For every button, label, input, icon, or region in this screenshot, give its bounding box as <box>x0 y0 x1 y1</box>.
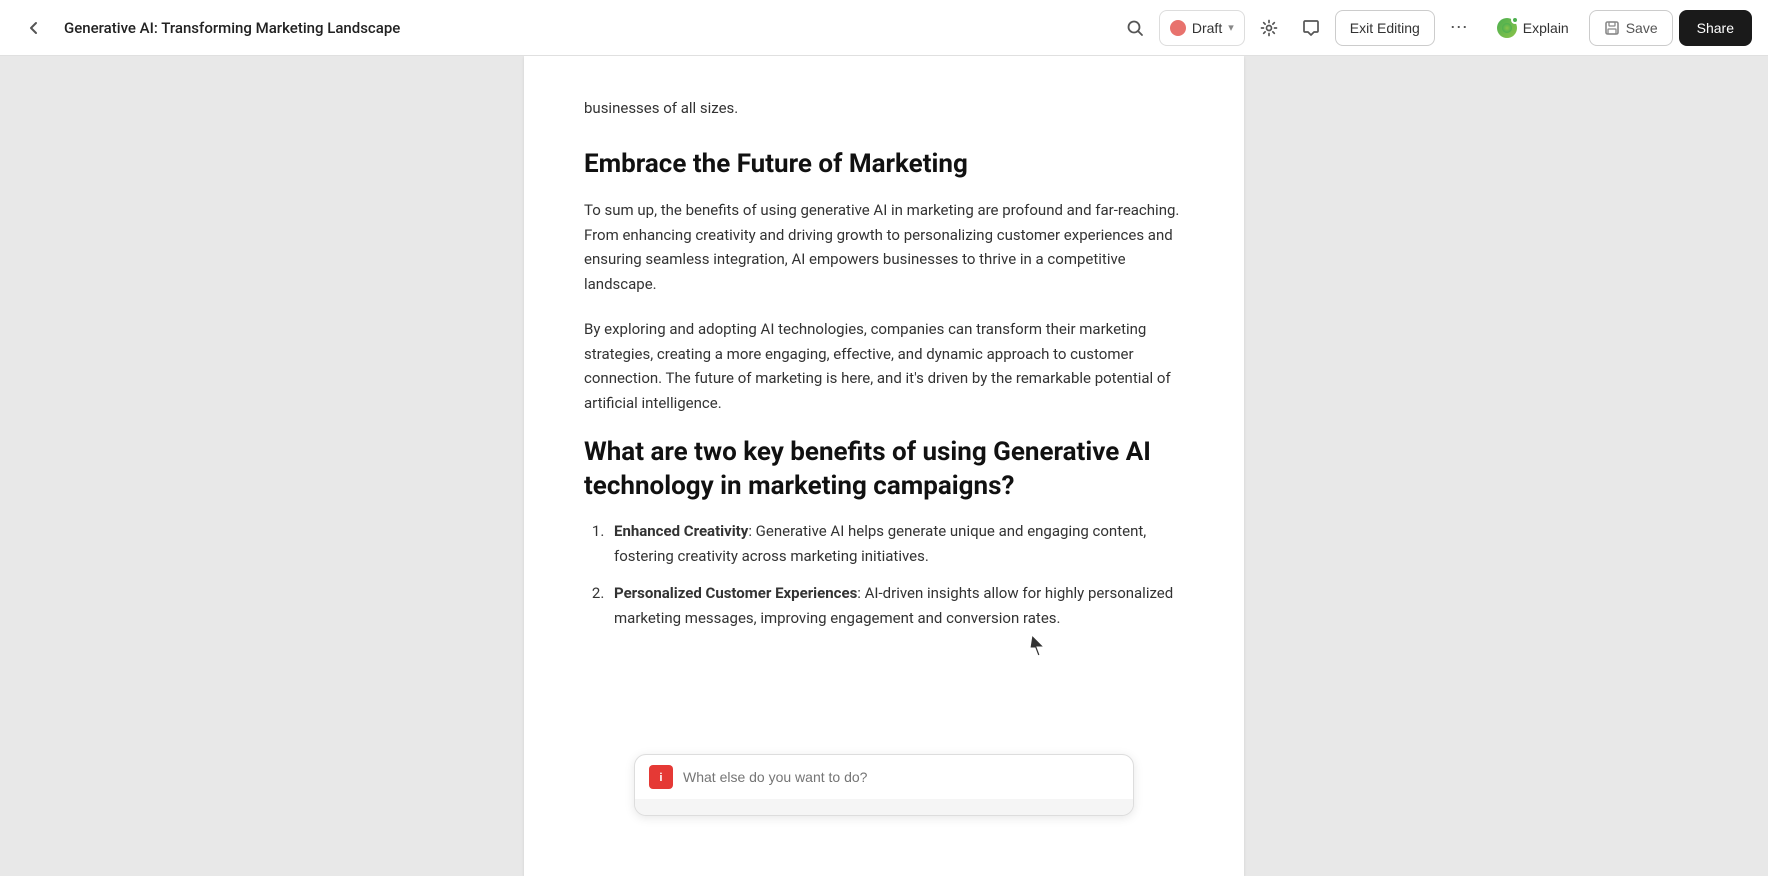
topbar: Generative AI: Transforming Marketing La… <box>0 0 1768 56</box>
chat-input-area: i <box>634 754 1134 816</box>
chat-icon-label: i <box>660 771 663 784</box>
comment-button[interactable] <box>1293 10 1329 46</box>
share-button[interactable]: Share <box>1679 10 1752 46</box>
section2-heading: What are two key benefits of using Gener… <box>584 436 1184 504</box>
main-area: businesses of all sizes. Embrace the Fut… <box>0 56 1768 876</box>
list-item-bold-2: Personalized Customer Experiences <box>614 584 857 602</box>
more-options-button[interactable]: ⋯ <box>1441 10 1477 46</box>
more-icon: ⋯ <box>1450 17 1468 38</box>
document-title: Generative AI: Transforming Marketing La… <box>64 19 400 37</box>
list-item: Enhanced Creativity: Generative AI helps… <box>608 519 1184 569</box>
intro-text: businesses of all sizes. <box>584 96 1184 120</box>
draft-label: Draft <box>1192 20 1222 36</box>
draft-button[interactable]: Draft ▾ <box>1159 10 1245 46</box>
share-label: Share <box>1697 20 1734 36</box>
topbar-right: Draft ▾ Exit Editing ⋯ <box>1117 10 1752 46</box>
chat-input-row: i <box>635 755 1133 799</box>
explain-icon <box>1497 18 1517 38</box>
left-sidebar <box>0 56 430 876</box>
topbar-left: Generative AI: Transforming Marketing La… <box>16 10 1109 46</box>
draft-color-indicator <box>1170 20 1186 36</box>
chevron-down-icon: ▾ <box>1228 21 1234 34</box>
chat-input-container: i <box>634 754 1134 816</box>
settings-button[interactable] <box>1251 10 1287 46</box>
exit-editing-button[interactable]: Exit Editing <box>1335 10 1435 46</box>
list-item: Personalized Customer Experiences: AI-dr… <box>608 581 1184 631</box>
save-button[interactable]: Save <box>1589 10 1673 46</box>
explain-button[interactable]: Explain <box>1483 10 1583 46</box>
exit-editing-label: Exit Editing <box>1350 20 1420 36</box>
section1-paragraph2: By exploring and adopting AI technologie… <box>584 317 1184 416</box>
save-label: Save <box>1626 20 1658 36</box>
section1-heading: Embrace the Future of Marketing <box>584 148 1184 182</box>
document-page: businesses of all sizes. Embrace the Fut… <box>524 56 1244 876</box>
explain-status-dot <box>1511 16 1519 24</box>
chat-icon: i <box>649 765 673 789</box>
section1-paragraph1: To sum up, the benefits of using generat… <box>584 198 1184 297</box>
right-sidebar <box>1338 56 1768 876</box>
list-item-bold-1: Enhanced Creativity <box>614 522 748 540</box>
suggestion-bar <box>635 799 1133 815</box>
benefits-list: Enhanced Creativity: Generative AI helps… <box>608 519 1184 630</box>
chat-text-input[interactable] <box>683 769 1119 785</box>
document-area: businesses of all sizes. Embrace the Fut… <box>430 56 1338 876</box>
explain-label: Explain <box>1523 20 1569 36</box>
search-button[interactable] <box>1117 10 1153 46</box>
back-button[interactable] <box>16 10 52 46</box>
